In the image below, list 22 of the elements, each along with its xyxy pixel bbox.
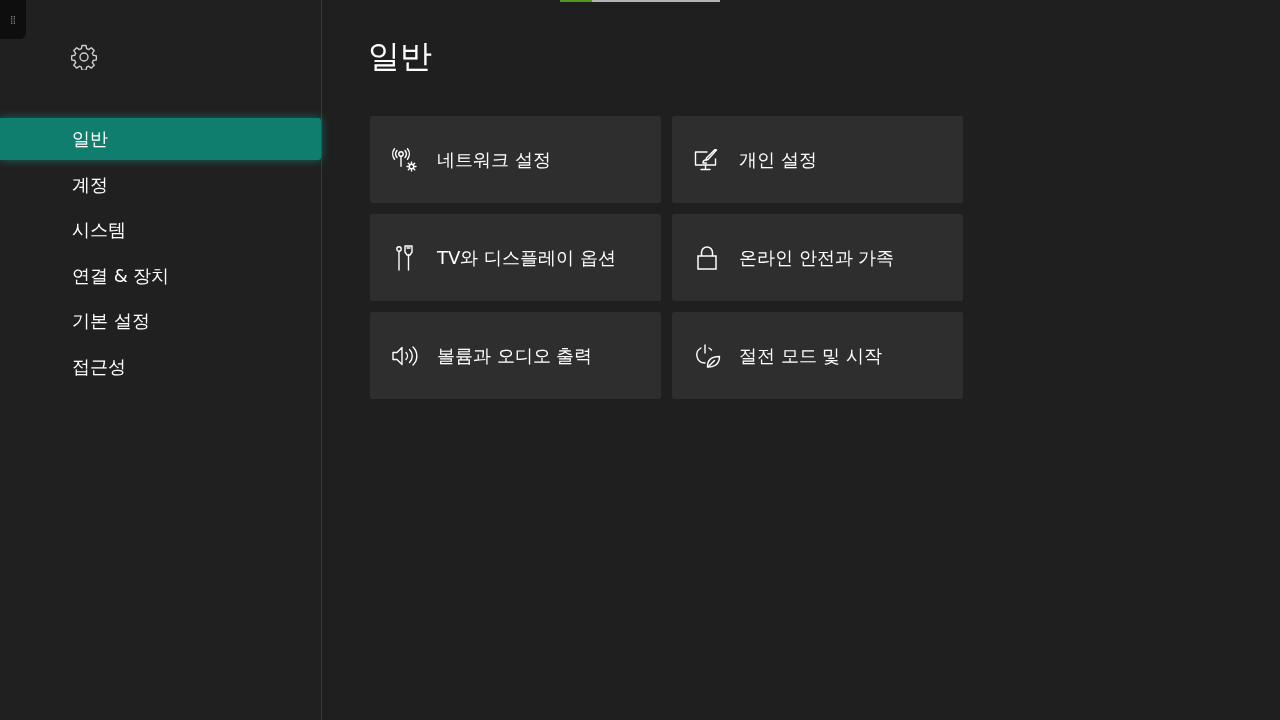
cable-plug-icon — [396, 244, 414, 271]
settings-tile[interactable]: 개인 설정 — [672, 116, 963, 203]
settings-tile[interactable]: 온라인 안전과 가족 — [672, 214, 963, 301]
antenna-gear-icon — [392, 147, 418, 172]
settings-tile[interactable]: 네트워크 설정 — [370, 116, 661, 203]
settings-tile[interactable]: 절전 모드 및 시작 — [672, 312, 963, 399]
page-title: 일반 — [368, 36, 433, 76]
settings-tile[interactable]: TV와 디스플레이 옵션 — [370, 214, 661, 301]
settings-icon — [71, 44, 97, 70]
grip-handle[interactable] — [0, 0, 26, 39]
lock-icon — [697, 245, 717, 270]
sidebar-item[interactable]: 일반 — [0, 118, 321, 160]
sidebar-item[interactable]: 계정 — [0, 163, 321, 206]
sidebar-item[interactable]: 기본 설정 — [0, 300, 321, 342]
monitor-brush-icon — [694, 148, 718, 171]
sidebar-item[interactable]: 접근성 — [0, 345, 321, 388]
settings-tile[interactable]: 볼륨과 오디오 출력 — [370, 312, 661, 399]
sidebar-item[interactable]: 시스템 — [0, 209, 321, 251]
speaker-icon — [392, 345, 418, 366]
sidebar-item[interactable]: 연결 & 장치 — [0, 254, 321, 297]
grip-icon — [11, 15, 15, 24]
power-leaf-icon — [695, 343, 721, 368]
